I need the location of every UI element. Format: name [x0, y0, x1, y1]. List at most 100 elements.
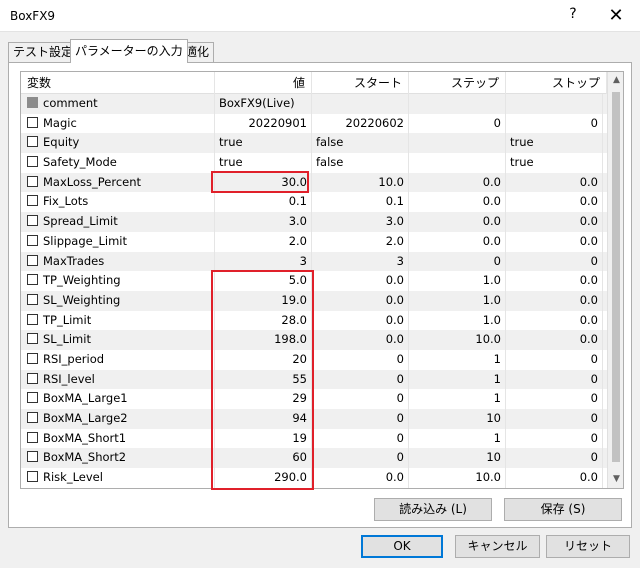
param-step-cell[interactable]: 1.0	[409, 290, 506, 311]
cancel-button[interactable]: キャンセル	[455, 535, 540, 558]
vertical-scrollbar[interactable]: ▲ ▼	[607, 72, 623, 488]
table-row[interactable]: RSI_level 55 0 1 0	[21, 369, 611, 390]
param-stop-cell[interactable]: 0.0	[506, 172, 603, 193]
header-step[interactable]: ステップ	[409, 72, 506, 94]
param-value-cell[interactable]: 0.1	[215, 192, 312, 213]
optimize-checkbox[interactable]	[27, 392, 38, 404]
param-stop-cell[interactable]: 0	[506, 369, 603, 390]
param-step-cell[interactable]	[409, 133, 506, 154]
param-value-cell[interactable]: 2.0	[215, 231, 312, 252]
param-step-cell[interactable]: 1	[409, 389, 506, 409]
help-button[interactable]: ?	[565, 6, 581, 26]
param-stop-cell[interactable]: 0	[506, 428, 603, 449]
table-row[interactable]: Spread_Limit 3.0 3.0 0.0 0.0	[21, 212, 611, 232]
param-stop-cell[interactable]: 0	[506, 349, 603, 370]
table-row[interactable]: TP_Limit 28.0 0.0 1.0 0.0	[21, 310, 611, 331]
param-stop-cell[interactable]: 0.0	[506, 468, 603, 488]
reset-button[interactable]: リセット	[546, 535, 630, 558]
param-value-cell[interactable]: 28.0	[215, 310, 312, 331]
table-row[interactable]: comment BoxFX9(Live)	[21, 94, 611, 114]
param-stop-cell[interactable]: 0.0	[506, 330, 603, 350]
load-button[interactable]: 読み込み (L)	[374, 498, 492, 521]
param-step-cell[interactable]: 0.0	[409, 231, 506, 252]
param-value-cell[interactable]: 290.0	[215, 468, 312, 488]
param-start-cell[interactable]: 0.0	[312, 468, 409, 488]
header-start[interactable]: スタート	[312, 72, 409, 94]
scroll-thumb[interactable]	[612, 92, 620, 462]
param-stop-cell[interactable]: 0.0	[506, 310, 603, 331]
optimize-checkbox[interactable]	[27, 116, 38, 128]
scroll-up-arrow-icon[interactable]: ▲	[608, 72, 623, 89]
optimize-checkbox[interactable]	[27, 412, 38, 423]
table-row[interactable]: BoxMA_Short2 60 0 10 0	[21, 448, 611, 469]
optimize-checkbox[interactable]	[27, 254, 38, 266]
param-value-cell[interactable]: 94	[215, 409, 312, 429]
param-stop-cell[interactable]	[506, 94, 603, 114]
param-start-cell[interactable]: 0.0	[312, 271, 409, 291]
param-step-cell[interactable]	[409, 94, 506, 114]
param-value-cell[interactable]: 30.0	[215, 172, 312, 193]
header-name[interactable]: 変数	[21, 72, 215, 94]
param-start-cell[interactable]: 20220602	[312, 113, 409, 134]
table-row[interactable]: RSI_period 20 0 1 0	[21, 349, 611, 370]
param-start-cell[interactable]: 0.0	[312, 330, 409, 350]
param-stop-cell[interactable]: true	[506, 153, 603, 173]
optimize-checkbox[interactable]	[27, 274, 38, 286]
param-step-cell[interactable]: 1.0	[409, 310, 506, 331]
optimize-checkbox[interactable]	[27, 293, 38, 305]
param-step-cell[interactable]: 10.0	[409, 468, 506, 488]
table-row[interactable]: Fix_Lots 0.1 0.1 0.0 0.0	[21, 192, 611, 213]
param-value-cell[interactable]: BoxFX9(Live)	[215, 94, 312, 114]
param-start-cell[interactable]: false	[312, 153, 409, 173]
param-value-cell[interactable]: 3.0	[215, 212, 312, 232]
param-step-cell[interactable]: 0.0	[409, 192, 506, 213]
param-stop-cell[interactable]: 0.0	[506, 231, 603, 252]
param-step-cell[interactable]: 10	[409, 409, 506, 429]
scroll-down-arrow-icon[interactable]: ▼	[608, 471, 623, 488]
param-start-cell[interactable]: 0	[312, 448, 409, 469]
optimize-checkbox[interactable]	[27, 431, 38, 443]
optimize-checkbox[interactable]	[27, 313, 38, 325]
table-row[interactable]: BoxMA_Short1 19 0 1 0	[21, 428, 611, 449]
ok-button[interactable]: OK	[361, 535, 443, 558]
header-stop[interactable]: ストップ	[506, 72, 607, 94]
table-row[interactable]: Magic 20220901 20220602 0 0	[21, 113, 611, 134]
param-step-cell[interactable]: 0.0	[409, 212, 506, 232]
optimize-checkbox[interactable]	[27, 175, 38, 187]
table-row[interactable]: MaxLoss_Percent 30.0 10.0 0.0 0.0	[21, 172, 611, 193]
param-stop-cell[interactable]: 0.0	[506, 212, 603, 232]
param-step-cell[interactable]: 0	[409, 113, 506, 134]
param-value-cell[interactable]: 29	[215, 389, 312, 409]
param-stop-cell[interactable]: 0	[506, 113, 603, 134]
param-value-cell[interactable]: 19.0	[215, 290, 312, 311]
param-start-cell[interactable]: 0.0	[312, 290, 409, 311]
param-stop-cell[interactable]: 0.0	[506, 192, 603, 213]
optimize-checkbox[interactable]	[27, 215, 38, 227]
table-row[interactable]: MaxTrades 3 3 0 0	[21, 251, 611, 272]
param-start-cell[interactable]: 3.0	[312, 212, 409, 232]
param-start-cell[interactable]: 0	[312, 389, 409, 409]
table-row[interactable]: SL_Limit 198.0 0.0 10.0 0.0	[21, 330, 611, 350]
param-stop-cell[interactable]: 0	[506, 448, 603, 469]
table-row[interactable]: BoxMA_Large1 29 0 1 0	[21, 389, 611, 409]
param-start-cell[interactable]: 0	[312, 428, 409, 449]
param-stop-cell[interactable]: 0	[506, 251, 603, 272]
param-step-cell[interactable]	[409, 153, 506, 173]
param-value-cell[interactable]: 3	[215, 251, 312, 272]
optimize-checkbox[interactable]	[27, 451, 38, 463]
param-value-cell[interactable]: 20	[215, 349, 312, 370]
param-value-cell[interactable]: 55	[215, 369, 312, 390]
table-row[interactable]: Safety_Mode true false true	[21, 153, 611, 173]
param-stop-cell[interactable]: 0	[506, 389, 603, 409]
param-start-cell[interactable]: 0	[312, 409, 409, 429]
table-row[interactable]: Slippage_Limit 2.0 2.0 0.0 0.0	[21, 231, 611, 252]
param-step-cell[interactable]: 1.0	[409, 271, 506, 291]
param-value-cell[interactable]: 198.0	[215, 330, 312, 350]
save-button[interactable]: 保存 (S)	[504, 498, 622, 521]
param-stop-cell[interactable]: 0	[506, 409, 603, 429]
param-step-cell[interactable]: 1	[409, 428, 506, 449]
close-button[interactable]: ✕	[603, 4, 629, 28]
param-start-cell[interactable]: 2.0	[312, 231, 409, 252]
table-row[interactable]: TP_Weighting 5.0 0.0 1.0 0.0	[21, 271, 611, 291]
param-stop-cell[interactable]: 0.0	[506, 271, 603, 291]
